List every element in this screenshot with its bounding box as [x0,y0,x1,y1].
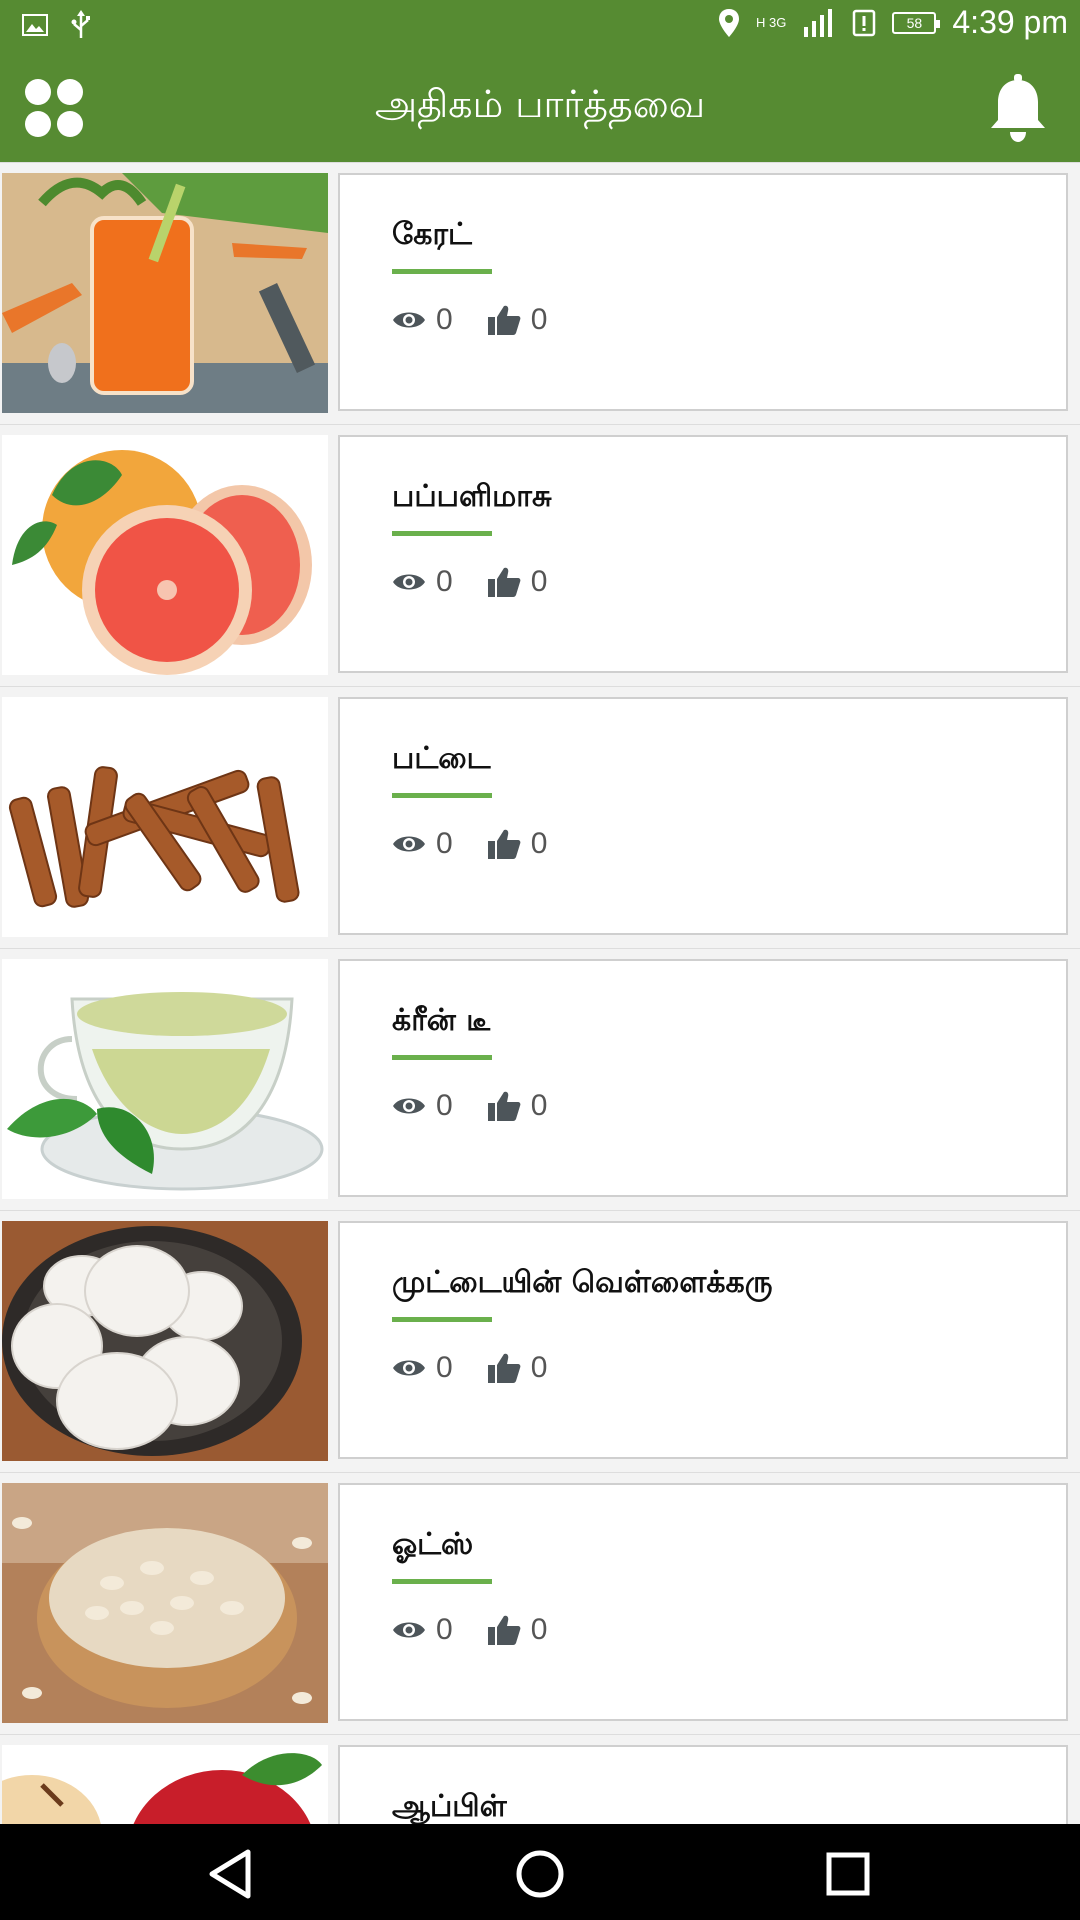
like-count: 0 [530,303,548,336]
view-count: 0 [436,1089,453,1122]
thumbs-up-icon[interactable] [487,304,521,336]
battery-icon: 58 [892,11,941,34]
item-card[interactable]: ஓட்ஸ் 0 0 [338,1483,1068,1721]
item-card[interactable]: பட்டை 0 0 [338,697,1068,935]
list-item[interactable]: முட்டையின் வெள்ளைக்கரு 0 0 [0,1210,1080,1472]
item-stats: 0 0 [392,1613,581,1647]
view-count: 0 [436,1613,453,1646]
item-image-green-tea [2,959,328,1199]
bell-icon [991,74,1045,142]
item-image-grapefruit [2,435,328,675]
recents-button[interactable] [820,1846,876,1902]
like-count: 0 [530,1089,548,1122]
like-count: 0 [530,565,548,598]
item-image-carrot-juice [2,173,328,413]
thumbs-up-icon[interactable] [487,1090,521,1122]
home-icon [516,1850,564,1898]
view-count: 0 [436,303,453,336]
item-stats: 0 0 [392,565,581,599]
item-stats: 0 0 [392,827,581,861]
alert-icon [853,9,876,36]
list-item[interactable]: கேரட் 0 0 [0,162,1080,424]
signal-icon [804,8,833,37]
view-count: 0 [436,565,453,598]
list-item[interactable]: க்ரீன் டீ 0 0 [0,948,1080,1210]
title-underline [392,1579,492,1584]
app-bar: அதிகம் பார்த்தவை [0,50,1080,162]
item-name: பப்பளிமாசு [392,479,552,514]
title-underline [392,1055,492,1060]
usb-icon [71,10,90,38]
item-image-apple [2,1745,328,1824]
list-item[interactable]: ஓட்ஸ் 0 0 [0,1472,1080,1734]
list-item[interactable]: ஆப்பிள் [0,1734,1080,1824]
notifications-button[interactable] [988,74,1048,144]
thumbs-up-icon[interactable] [487,1614,521,1646]
eye-icon [393,1622,425,1638]
like-count: 0 [530,1351,548,1384]
item-name: கேரட் [392,217,472,252]
eye-icon [393,1098,425,1114]
network-type-label: H 3G [756,15,787,30]
item-card[interactable]: முட்டையின் வெள்ளைக்கரு 0 0 [338,1221,1068,1459]
thumbs-up-icon[interactable] [487,1352,521,1384]
most-viewed-list: கேரட் 0 0 பப்பளிமாசு 0 0 பட்டை 0 0 க்ரீன… [0,162,1080,1824]
title-underline [392,1317,492,1322]
location-icon [719,8,740,37]
thumbs-up-icon[interactable] [487,566,521,598]
list-item[interactable]: பட்டை 0 0 [0,686,1080,948]
view-count: 0 [436,1351,453,1384]
item-image-oats [2,1483,328,1723]
page-title: அதிகம் பார்த்தவை [374,82,706,126]
title-underline [392,531,492,536]
item-name: முட்டையின் வெள்ளைக்கரு [392,1265,773,1300]
item-card[interactable]: கேரட் 0 0 [338,173,1068,411]
item-card[interactable]: பப்பளிமாசு 0 0 [338,435,1068,673]
item-stats: 0 0 [392,1089,581,1123]
like-count: 0 [530,827,548,860]
recents-icon [826,1852,870,1896]
item-name: ஓட்ஸ் [392,1527,474,1562]
item-name: பட்டை [392,741,491,776]
eye-icon [393,1360,425,1376]
item-card[interactable]: க்ரீன் டீ 0 0 [338,959,1068,1197]
list-item[interactable]: பப்பளிமாசு 0 0 [0,424,1080,686]
title-underline [392,269,492,274]
back-button[interactable] [204,1846,260,1902]
item-card[interactable]: ஆப்பிள் [338,1745,1068,1824]
title-underline [392,793,492,798]
eye-icon [393,574,425,590]
item-name: க்ரீன் டீ [392,1003,491,1038]
thumbs-up-icon[interactable] [487,828,521,860]
view-count: 0 [436,827,453,860]
status-time: 4:39 pm [952,4,1068,40]
system-nav-bar [0,1824,1080,1920]
eye-icon [393,312,425,328]
home-button[interactable] [512,1846,568,1902]
item-stats: 0 0 [392,1351,581,1385]
eye-icon [393,836,425,852]
status-bar: H 3G 58 4:39 pm [0,0,1080,50]
item-name: ஆப்பிள் [392,1789,507,1824]
like-count: 0 [530,1613,548,1646]
item-image-cinnamon [2,697,328,937]
back-icon [209,1849,251,1899]
item-image-eggs [2,1221,328,1461]
item-stats: 0 0 [392,303,581,337]
image-icon [22,14,48,36]
